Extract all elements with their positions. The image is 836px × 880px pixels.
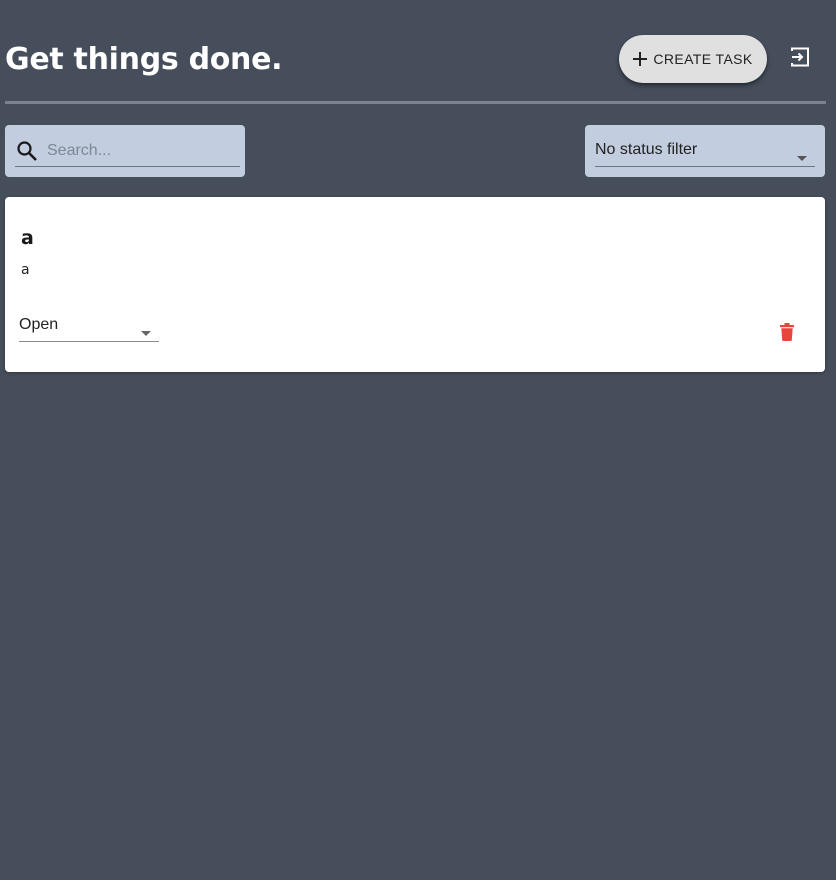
search-icon bbox=[16, 140, 38, 162]
task-status-select[interactable]: Open bbox=[19, 311, 159, 342]
create-task-label: CREATE TASK bbox=[653, 51, 753, 67]
search-field[interactable] bbox=[5, 125, 245, 177]
logout-button[interactable] bbox=[786, 45, 814, 73]
status-filter-select[interactable]: No status filter bbox=[585, 125, 825, 177]
status-filter-value: No status filter bbox=[595, 141, 698, 158]
task-description: a bbox=[21, 262, 30, 278]
search-input[interactable] bbox=[47, 137, 235, 165]
task-card: a a Open bbox=[5, 197, 825, 372]
create-task-button[interactable]: CREATE TASK bbox=[619, 35, 767, 83]
delete-task-button[interactable] bbox=[773, 320, 801, 348]
chevron-down-icon bbox=[797, 148, 807, 166]
logout-icon bbox=[789, 46, 811, 73]
plus-icon bbox=[631, 50, 649, 68]
chevron-down-icon bbox=[141, 323, 151, 341]
trash-icon bbox=[779, 322, 795, 347]
search-underline bbox=[15, 166, 240, 167]
task-title: a bbox=[21, 227, 34, 249]
page-title: Get things done. bbox=[5, 42, 283, 77]
header-divider bbox=[5, 101, 826, 104]
status-filter-underline bbox=[595, 166, 815, 167]
page: Get things done. CREATE TASK Search... N… bbox=[0, 0, 836, 880]
task-status-value: Open bbox=[19, 316, 59, 333]
task-status-underline bbox=[19, 341, 159, 342]
